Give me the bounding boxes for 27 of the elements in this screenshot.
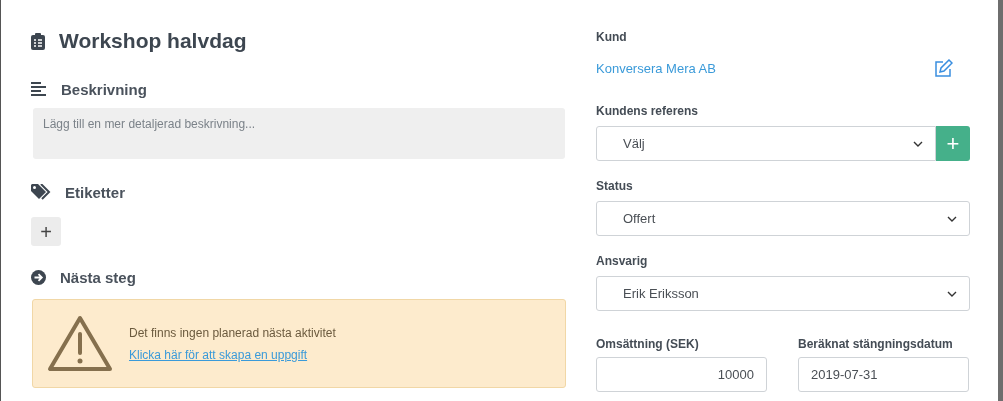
field-label: Status (596, 179, 634, 193)
chevron-down-icon (947, 215, 957, 222)
edit-icon[interactable] (934, 59, 953, 77)
text-lines-icon (31, 82, 47, 96)
deal-title: Workshop halvdag (59, 29, 247, 53)
field-label: Ansvarig (596, 254, 649, 268)
field-label: Kund (596, 30, 628, 44)
warning-icon (47, 315, 113, 372)
description-field[interactable]: Lägg till en mer detaljerad beskrivning... (33, 108, 565, 159)
field-label: Omsättning (SEK) (596, 337, 700, 351)
select-field[interactable]: Välj (596, 126, 936, 161)
add-tag-button[interactable]: + (31, 217, 61, 246)
arrow-circle-icon (31, 269, 46, 285)
revenue-field[interactable]: 10000 (596, 357, 767, 392)
section-heading: Beskrivning (61, 80, 147, 98)
select-field[interactable]: Offert (596, 201, 970, 236)
chevron-down-icon (913, 140, 923, 147)
section-heading: Nästa steg (60, 268, 136, 286)
warning-message: Det finns ingen planerad nästa aktivitet (129, 325, 336, 340)
tags-icon (31, 184, 51, 200)
section-heading: Etiketter (65, 183, 126, 201)
select-field[interactable]: Erik Eriksson (596, 276, 970, 311)
field-label: Beräknat stängningsdatum (798, 337, 954, 351)
clipboard-icon (31, 32, 45, 50)
date-field[interactable]: 2019-07-31 (798, 357, 969, 392)
field-label: Kundens referens (596, 104, 700, 118)
chevron-down-icon (947, 290, 957, 297)
